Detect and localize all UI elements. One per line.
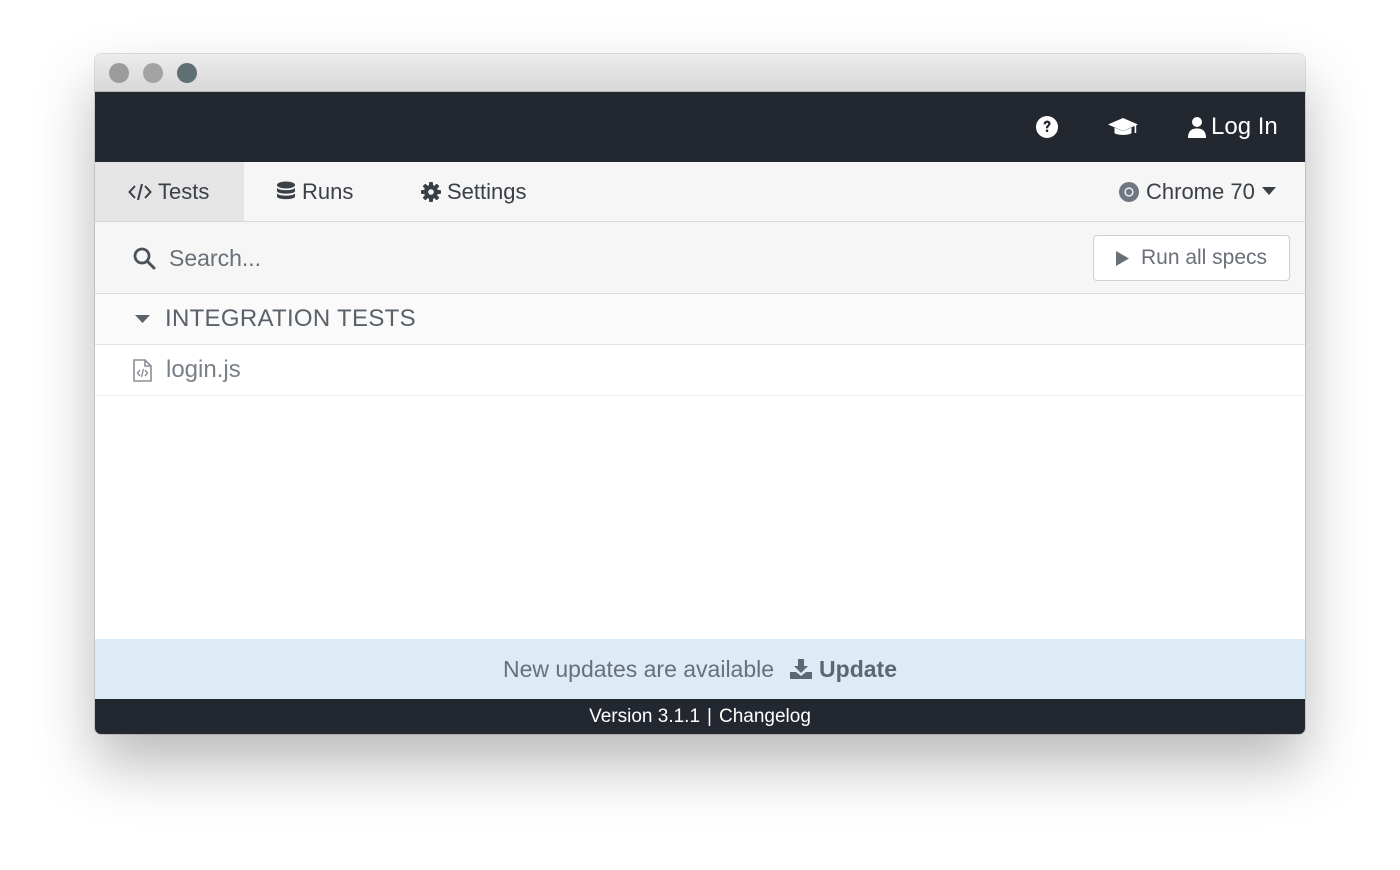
login-label: Log In (1211, 113, 1278, 140)
database-icon (277, 181, 295, 199)
version-label: Version 3.1.1 (589, 705, 701, 727)
top-header: Log In (95, 92, 1305, 162)
nav-bar: Tests Runs Settings Chrome 70 (95, 162, 1305, 222)
changelog-link[interactable]: Changelog (719, 706, 811, 728)
app-window: Log In Tests Runs Settings Chrome 70 Sea… (95, 54, 1305, 734)
caret-down-icon (135, 314, 150, 323)
spec-file-row[interactable]: login.js (95, 345, 1305, 396)
gear-icon (421, 181, 441, 202)
search-bar: Run all specs (95, 222, 1305, 294)
section-label: INTEGRATION TESTS (165, 305, 416, 332)
browser-label: Chrome 70 (1146, 178, 1255, 204)
run-all-specs-label: Run all specs (1140, 246, 1268, 269)
login-button[interactable]: Log In (1188, 112, 1278, 142)
update-button[interactable]: Update (790, 656, 897, 683)
file-code-icon (133, 358, 152, 382)
footer-separator: | (707, 705, 712, 727)
search-input[interactable] (169, 240, 1049, 276)
play-icon (1115, 250, 1129, 266)
download-icon (790, 659, 813, 679)
minimize-window-button[interactable] (143, 63, 163, 83)
spec-file-name: login.js (166, 356, 241, 383)
maximize-window-button[interactable] (177, 63, 197, 83)
chrome-icon (1119, 181, 1139, 202)
update-banner: New updates are available Update (95, 639, 1305, 699)
specs-section-header[interactable]: INTEGRATION TESTS (95, 294, 1305, 345)
run-all-specs-button[interactable]: Run all specs (1093, 235, 1290, 281)
browser-select[interactable]: Chrome 70 (1118, 162, 1282, 221)
chevron-down-icon (1261, 187, 1276, 195)
tab-runs-label: Runs (302, 178, 354, 204)
tab-settings[interactable]: Settings (421, 162, 527, 221)
tab-tests-label: Tests (158, 178, 210, 204)
tab-settings-label: Settings (447, 178, 527, 204)
graduation-cap-icon[interactable] (1107, 114, 1139, 140)
search-icon (133, 247, 156, 270)
code-icon (128, 183, 152, 200)
question-circle-icon[interactable] (1034, 114, 1060, 140)
update-message: New updates are available (502, 655, 775, 682)
user-icon (1188, 117, 1206, 138)
title-bar (95, 54, 1305, 92)
tab-tests[interactable]: Tests (95, 162, 244, 221)
update-label: Update (819, 655, 897, 682)
footer: Version 3.1.1 | Changelog (95, 699, 1305, 734)
tab-runs[interactable]: Runs (276, 162, 353, 221)
close-window-button[interactable] (109, 63, 129, 83)
